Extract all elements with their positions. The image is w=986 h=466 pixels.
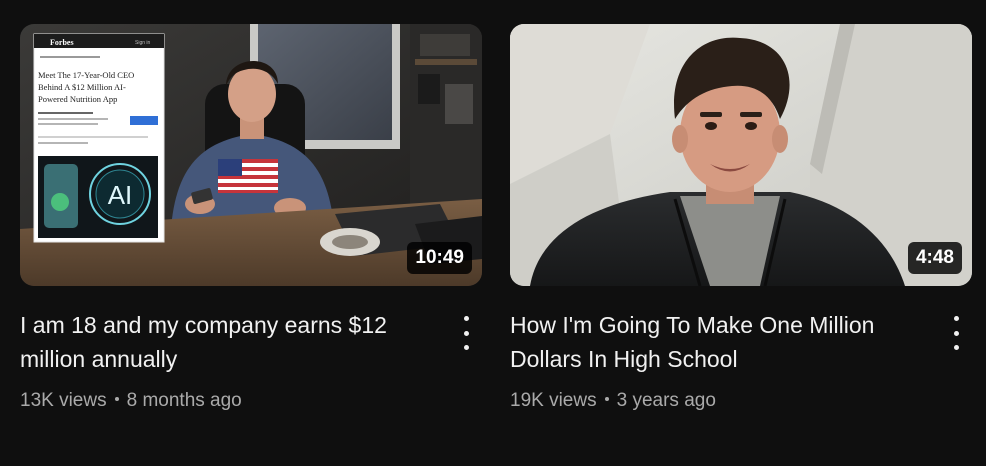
video-card[interactable]: Forbes Sign in Meet The 17-Year-Old CEO … (20, 24, 482, 414)
view-count: 13K views (20, 390, 107, 411)
separator-dot (114, 396, 119, 401)
view-count: 19K views (510, 390, 597, 411)
more-vert-icon[interactable] (944, 316, 968, 350)
more-vert-icon[interactable] (454, 316, 478, 350)
video-stats: 13K views 8 months ago (20, 388, 436, 414)
article-headline-line-2: Behind A $12 Million AI- (38, 82, 126, 92)
separator-dot (604, 396, 609, 401)
duration-badge: 10:49 (407, 242, 472, 274)
video-stats: 19K views 3 years ago (510, 388, 926, 414)
article-headline-line-3: Powered Nutrition App (38, 94, 117, 104)
article-headline-line-1: Meet The 17-Year-Old CEO (38, 70, 134, 80)
ai-logo-text: AI (108, 180, 133, 210)
video-meta: I am 18 and my company earns $12 million… (20, 308, 482, 414)
video-thumbnail[interactable]: Forbes Sign in Meet The 17-Year-Old CEO … (20, 24, 482, 286)
svg-text:Sign in: Sign in (135, 40, 151, 46)
article-overlay: Forbes Sign in Meet The 17-Year-Old CEO … (33, 33, 165, 243)
video-meta: How I'm Going To Make One Million Dollar… (510, 308, 972, 414)
video-card[interactable]: 4:48 How I'm Going To Make One Million D… (510, 24, 972, 414)
thumbnail-image (510, 24, 972, 286)
upload-age: 3 years ago (616, 390, 716, 411)
upload-age: 8 months ago (126, 390, 242, 411)
duration-badge: 4:48 (907, 242, 962, 274)
video-title[interactable]: How I'm Going To Make One Million Dollar… (510, 308, 926, 376)
video-thumbnail[interactable]: 4:48 (510, 24, 972, 286)
video-title[interactable]: I am 18 and my company earns $12 million… (20, 308, 436, 376)
article-brand: Forbes (50, 38, 74, 47)
